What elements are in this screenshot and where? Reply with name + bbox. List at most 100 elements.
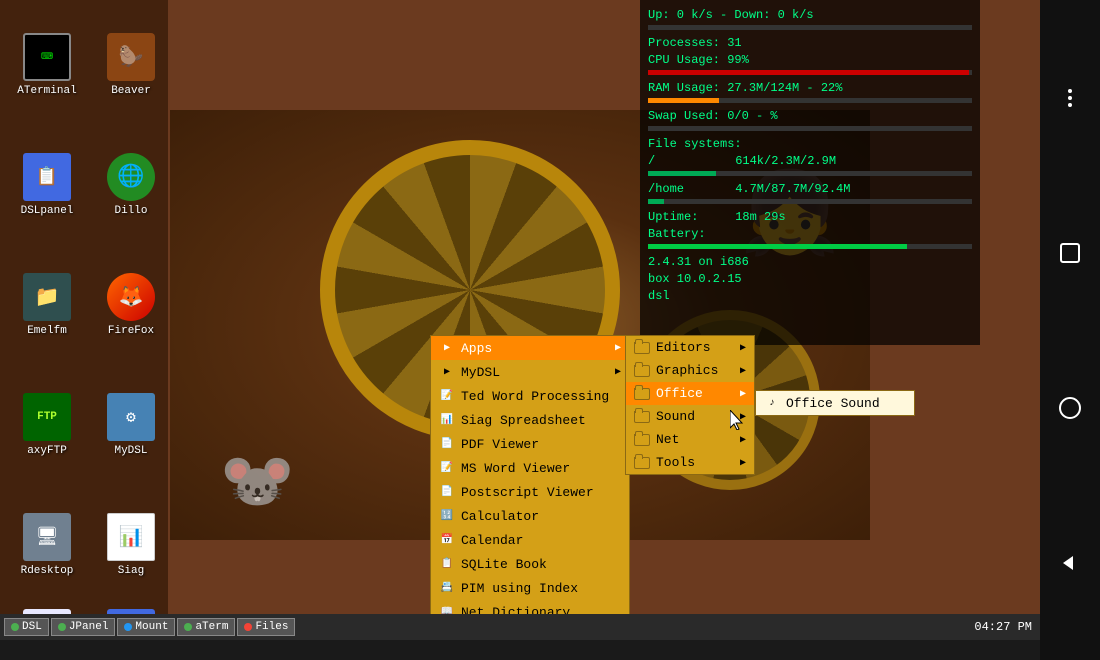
desktop-icon-beaver[interactable]: 🦫 Beaver bbox=[89, 5, 173, 125]
apps-context-menu: ▶ Apps ▶ ▶ MyDSL ▶ 📝 Ted Word Processing… bbox=[430, 335, 630, 625]
aterm-dot bbox=[184, 623, 192, 631]
sub-menu-net[interactable]: Net ▶ bbox=[626, 428, 754, 451]
office-sound-label: Office Sound bbox=[786, 396, 880, 411]
swap-bar-container bbox=[648, 126, 972, 131]
siag-icon: 📊 bbox=[107, 513, 155, 561]
emelfm-label: Emelfm bbox=[27, 325, 67, 337]
pdf-menu-icon: 📄 bbox=[439, 436, 455, 452]
android-nav-bar bbox=[1040, 0, 1100, 660]
taskbar-aterm[interactable]: aTerm bbox=[177, 618, 235, 636]
menu-item-apps[interactable]: ▶ Apps ▶ bbox=[431, 336, 629, 360]
taskbar-clock: 04:27 PM bbox=[974, 620, 1036, 634]
axyftp-label: axyFTP bbox=[27, 445, 67, 457]
extra-stat-3: dsl bbox=[648, 289, 972, 303]
menu-item-mydsl[interactable]: ▶ MyDSL ▶ bbox=[431, 360, 629, 384]
dslpanel-label: DSLpanel bbox=[21, 205, 74, 217]
dillo-label: Dillo bbox=[114, 205, 147, 217]
firefox-icon: 🦊 bbox=[107, 273, 155, 321]
graphics-arrow: ▶ bbox=[740, 365, 746, 377]
aterminal-label: ATerminal bbox=[17, 85, 76, 97]
siag-menu-icon: 📊 bbox=[439, 412, 455, 428]
desktop-icon-emelfm[interactable]: 📁 Emelfm bbox=[5, 245, 89, 365]
sqlite-menu-icon: 📋 bbox=[439, 556, 455, 572]
stats-panel: Up: 0 k/s - Down: 0 k/s Processes: 31 CP… bbox=[640, 0, 980, 345]
menu-item-msword[interactable]: 📝 MS Word Viewer bbox=[431, 456, 629, 480]
menu-item-calculator[interactable]: 🔢 Calculator bbox=[431, 504, 629, 528]
fs-home-bar-fill bbox=[648, 199, 664, 204]
taskbar-files[interactable]: Files bbox=[237, 618, 295, 636]
menu-item-postscript[interactable]: 📄 Postscript Viewer bbox=[431, 480, 629, 504]
filesystems-label: File systems: bbox=[648, 137, 972, 151]
tools-arrow: ▶ bbox=[740, 457, 746, 469]
processes-stat: Processes: 31 bbox=[648, 36, 972, 50]
uptime-stat: Uptime: 18m 29s bbox=[648, 210, 972, 224]
menu-item-pdf[interactable]: 📄 PDF Viewer bbox=[431, 432, 629, 456]
postscript-menu-icon: 📄 bbox=[439, 484, 455, 500]
menu-item-sqlite[interactable]: 📋 SQLite Book bbox=[431, 552, 629, 576]
android-more-button[interactable] bbox=[1052, 80, 1088, 116]
android-home-button[interactable] bbox=[1052, 390, 1088, 426]
desktop-icon-dillo[interactable]: 🌐 Dillo bbox=[89, 125, 173, 245]
editors-arrow: ▶ bbox=[740, 342, 746, 354]
office-sound-item[interactable]: ♪ Office Sound bbox=[756, 391, 914, 415]
taskbar-dsl[interactable]: DSL bbox=[4, 618, 49, 636]
extra-stat-1: 2.4.31 on i686 bbox=[648, 255, 972, 269]
mydsl-label: MyDSL bbox=[114, 445, 147, 457]
desktop-icon-siag[interactable]: 📊 Siag bbox=[89, 485, 173, 605]
taskbar-jpanel[interactable]: JPanel bbox=[51, 618, 116, 636]
sound-folder-icon bbox=[634, 411, 650, 423]
apps-submenu: Editors ▶ Graphics ▶ Office ▶ Sound ▶ Ne… bbox=[625, 335, 755, 475]
fs-root-bar-fill bbox=[648, 171, 716, 176]
battery-label: Battery: bbox=[648, 227, 972, 241]
android-back-button[interactable] bbox=[1052, 545, 1088, 581]
office-arrow: ▶ bbox=[740, 388, 746, 400]
desktop-icon-dslpanel[interactable]: 📋 DSLpanel bbox=[5, 125, 89, 245]
menu-item-siag[interactable]: 📊 Siag Spreadsheet bbox=[431, 408, 629, 432]
firefox-label: FireFox bbox=[108, 325, 154, 337]
ram-bar-container bbox=[648, 98, 972, 103]
sub-menu-office[interactable]: Office ▶ bbox=[626, 382, 754, 405]
desktop-icon-firefox[interactable]: 🦊 FireFox bbox=[89, 245, 173, 365]
desktop-icon-rdesktop[interactable]: 🖥 Rdesktop bbox=[5, 485, 89, 605]
menu-item-ted[interactable]: 📝 Ted Word Processing bbox=[431, 384, 629, 408]
taskbar-mount[interactable]: Mount bbox=[117, 618, 175, 636]
desktop-sidebar: ⌨ ATerminal 🦫 Beaver 📋 DSLpanel 🌐 Dillo … bbox=[0, 0, 168, 620]
net-folder-icon bbox=[634, 434, 650, 446]
fs-home-bar-container bbox=[648, 199, 972, 204]
apps-arrow: ▶ bbox=[615, 342, 621, 354]
battery-bar-container bbox=[648, 244, 972, 249]
jpanel-dot bbox=[58, 623, 66, 631]
menu-item-pim[interactable]: 📇 PIM using Index bbox=[431, 576, 629, 600]
dillo-icon: 🌐 bbox=[107, 153, 155, 201]
sub-menu-editors[interactable]: Editors ▶ bbox=[626, 336, 754, 359]
rdesktop-label: Rdesktop bbox=[21, 565, 74, 577]
fs-root-stat: / 614k/2.3M/2.9M bbox=[648, 154, 972, 168]
android-recents-button[interactable] bbox=[1052, 235, 1088, 271]
graphics-folder-icon bbox=[634, 365, 650, 377]
extra-stat-2: box 10.0.2.15 bbox=[648, 272, 972, 286]
fs-root-bar-container bbox=[648, 171, 972, 176]
mount-dot bbox=[124, 623, 132, 631]
editors-folder-icon bbox=[634, 342, 650, 354]
desktop-icon-aterminal[interactable]: ⌨ ATerminal bbox=[5, 5, 89, 125]
cpu-stat: CPU Usage: 99% bbox=[648, 53, 972, 67]
net-arrow: ▶ bbox=[740, 434, 746, 446]
ram-stat: RAM Usage: 27.3M/124M - 22% bbox=[648, 81, 972, 95]
pim-menu-icon: 📇 bbox=[439, 580, 455, 596]
desktop-icon-mydsl[interactable]: ⚙ MyDSL bbox=[89, 365, 173, 485]
sub-menu-sound[interactable]: Sound ▶ bbox=[626, 405, 754, 428]
msword-menu-icon: 📝 bbox=[439, 460, 455, 476]
menu-item-calendar[interactable]: 📅 Calendar bbox=[431, 528, 629, 552]
beaver-icon: 🦫 bbox=[107, 33, 155, 81]
desktop-icon-axyftp[interactable]: FTP axyFTP bbox=[5, 365, 89, 485]
calendar-menu-icon: 📅 bbox=[439, 532, 455, 548]
sub-menu-graphics[interactable]: Graphics ▶ bbox=[626, 359, 754, 382]
calculator-menu-icon: 🔢 bbox=[439, 508, 455, 524]
sub-menu-tools[interactable]: Tools ▶ bbox=[626, 451, 754, 474]
rdesktop-icon: 🖥 bbox=[23, 513, 71, 561]
dslpanel-icon: 📋 bbox=[23, 153, 71, 201]
office-folder-icon bbox=[634, 388, 650, 400]
ram-bar-fill bbox=[648, 98, 719, 103]
axyftp-icon: FTP bbox=[23, 393, 71, 441]
battery-bar-fill bbox=[648, 244, 907, 249]
